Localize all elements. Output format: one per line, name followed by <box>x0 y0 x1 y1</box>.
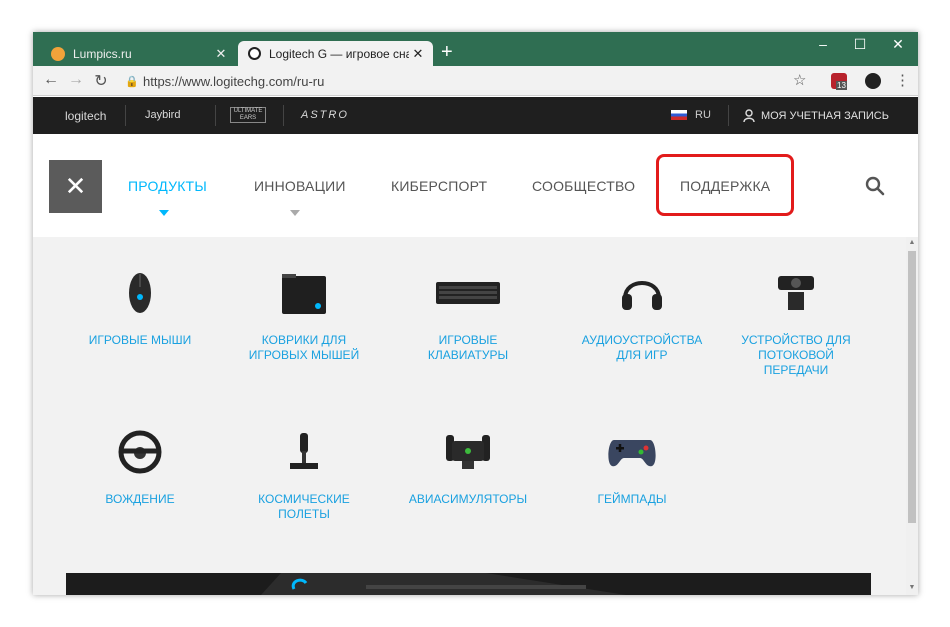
products-panel: ИГРОВЫЕ МЫШИ КОВРИКИ ДЛЯ ИГРОВЫХ МЫШЕЙ И… <box>33 237 906 595</box>
vertical-scrollbar[interactable]: ▲ ▼ <box>906 237 918 595</box>
close-tab-icon[interactable]: ✕ <box>409 46 427 62</box>
new-tab-button[interactable]: + <box>441 41 453 63</box>
divider <box>215 105 216 126</box>
lumpics-favicon-icon <box>51 46 65 61</box>
nav-item-community[interactable]: СООБЩЕСТВО <box>532 178 635 194</box>
joystick-icon <box>290 433 318 469</box>
address-bar[interactable]: 🔒 https://www.logitechg.com/ru-ru <box>125 71 815 92</box>
product-streaming[interactable]: УСТРОЙСТВО ДЛЯ ПОТОКОВОЙ ПЕРЕДАЧИ <box>731 268 861 378</box>
headset-icon <box>622 281 662 310</box>
nav-item-innovations[interactable]: ИННОВАЦИИ <box>254 178 346 194</box>
close-menu-button[interactable]: ✕ <box>49 160 102 213</box>
maximize-button[interactable]: ☐ <box>845 36 875 53</box>
product-mousepads[interactable]: КОВРИКИ ДЛЯ ИГРОВЫХ МЫШЕЙ <box>239 268 369 363</box>
browser-menu-icon[interactable]: ⋮ <box>895 71 910 89</box>
close-window-button[interactable]: ✕ <box>883 36 913 53</box>
ultimate-ears-brand-link[interactable]: ULTIMATE EARS <box>230 107 266 123</box>
product-label: ГЕЙМПАДЫ <box>597 492 667 506</box>
chevron-down-icon <box>290 210 300 216</box>
product-space[interactable]: КОСМИЧЕСКИЕ ПОЛЕТЫ <box>239 427 369 522</box>
brand-bar: logitech Jaybird ULTIMATE EARS ASTRO RU … <box>33 97 918 134</box>
product-label: ИГРОВЫЕ КЛАВИАТУРЫ <box>427 333 509 362</box>
logitech-brand-link[interactable]: logitech <box>65 109 106 123</box>
support-highlight-frame <box>656 154 794 216</box>
title-bar: Lumpics.ru ✕ Logitech G — игровое снаряж… <box>33 32 918 66</box>
user-icon <box>743 109 755 122</box>
gamepad-icon <box>608 440 656 467</box>
product-label: АУДИОУСТРОЙСТВА ДЛЯ ИГР <box>581 333 703 362</box>
steering-wheel-icon <box>118 430 162 474</box>
language-code: RU <box>695 109 711 121</box>
forward-arrow-icon[interactable]: → <box>66 71 86 89</box>
divider <box>125 105 126 126</box>
promo-banner[interactable] <box>66 573 871 595</box>
profile-avatar[interactable] <box>865 73 881 89</box>
flight-yoke-icon <box>446 435 490 469</box>
product-label: АВИАСИМУЛЯТОРЫ <box>408 492 528 506</box>
product-audio[interactable]: АУДИОУСТРОЙСТВА ДЛЯ ИГР <box>577 268 707 363</box>
gaming-mouse-icon <box>129 273 151 313</box>
scroll-down-icon[interactable]: ▼ <box>907 584 917 591</box>
main-nav: ✕ ПРОДУКТЫ ИННОВАЦИИ КИБЕРСПОРТ СООБЩЕСТ… <box>33 134 918 237</box>
search-icon[interactable] <box>865 176 885 196</box>
product-label: УСТРОЙСТВО ДЛЯ ПОТОКОВОЙ ПЕРЕДАЧИ <box>741 333 851 377</box>
astro-brand-link[interactable]: ASTRO <box>301 109 349 121</box>
mousepad-icon <box>282 274 326 314</box>
divider <box>728 105 729 126</box>
account-link[interactable]: МОЯ УЧЕТНАЯ ЗАПИСЬ <box>743 109 889 122</box>
tab-logitech[interactable]: Logitech G — игровое снаряже ✕ <box>238 41 433 66</box>
browser-window: Lumpics.ru ✕ Logitech G — игровое снаряж… <box>33 32 918 595</box>
webcam-icon <box>778 276 814 310</box>
nav-item-esports[interactable]: КИБЕРСПОРТ <box>391 178 487 194</box>
bookmark-star-icon[interactable]: ☆ <box>793 71 806 89</box>
product-label: ВОЖДЕНИЕ <box>105 492 175 506</box>
extension-icon[interactable]: 13 <box>831 73 847 90</box>
flag-icon <box>671 110 687 120</box>
logitech-g-favicon-icon <box>248 47 261 60</box>
keyboard-promo-image <box>261 573 626 595</box>
nav-item-products[interactable]: ПРОДУКТЫ <box>128 178 207 194</box>
scrollbar-thumb[interactable] <box>908 251 916 523</box>
tab-title: Lumpics.ru <box>73 46 132 61</box>
product-gaming-mice[interactable]: ИГРОВЫЕ МЫШИ <box>75 268 205 348</box>
product-label: ИГРОВЫЕ МЫШИ <box>88 333 192 347</box>
url-text: https://www.logitechg.com/ru-ru <box>143 74 325 89</box>
lock-icon: 🔒 <box>125 76 139 88</box>
reload-icon[interactable]: ↻ <box>91 71 111 91</box>
account-label: МОЯ УЧЕТНАЯ ЗАПИСЬ <box>761 109 889 122</box>
product-keyboards[interactable]: ИГРОВЫЕ КЛАВИАТУРЫ <box>403 268 533 363</box>
tab-title: Logitech G — игровое снаряже <box>269 46 409 61</box>
tab-lumpics[interactable]: Lumpics.ru ✕ <box>41 41 236 66</box>
address-toolbar: ← → ↻ 🔒 https://www.logitechg.com/ru-ru … <box>33 66 918 96</box>
back-arrow-icon[interactable]: ← <box>41 71 61 89</box>
language-selector[interactable]: RU <box>671 109 711 121</box>
jaybird-brand-link[interactable]: Jaybird <box>145 109 180 121</box>
scroll-up-icon[interactable]: ▲ <box>907 239 917 246</box>
product-gamepads[interactable]: ГЕЙМПАДЫ <box>567 427 697 507</box>
product-label: КОСМИЧЕСКИЕ ПОЛЕТЫ <box>258 492 350 521</box>
product-label: КОВРИКИ ДЛЯ ИГРОВЫХ МЫШЕЙ <box>248 333 360 362</box>
active-caret-icon <box>159 210 169 216</box>
product-driving[interactable]: ВОЖДЕНИЕ <box>75 427 205 507</box>
extension-badge: 13 <box>836 81 847 90</box>
divider <box>283 105 284 126</box>
keyboard-icon <box>436 282 500 304</box>
minimize-button[interactable]: – <box>808 36 838 52</box>
close-tab-icon[interactable]: ✕ <box>212 46 230 62</box>
product-flight[interactable]: АВИАСИМУЛЯТОРЫ <box>403 427 533 507</box>
